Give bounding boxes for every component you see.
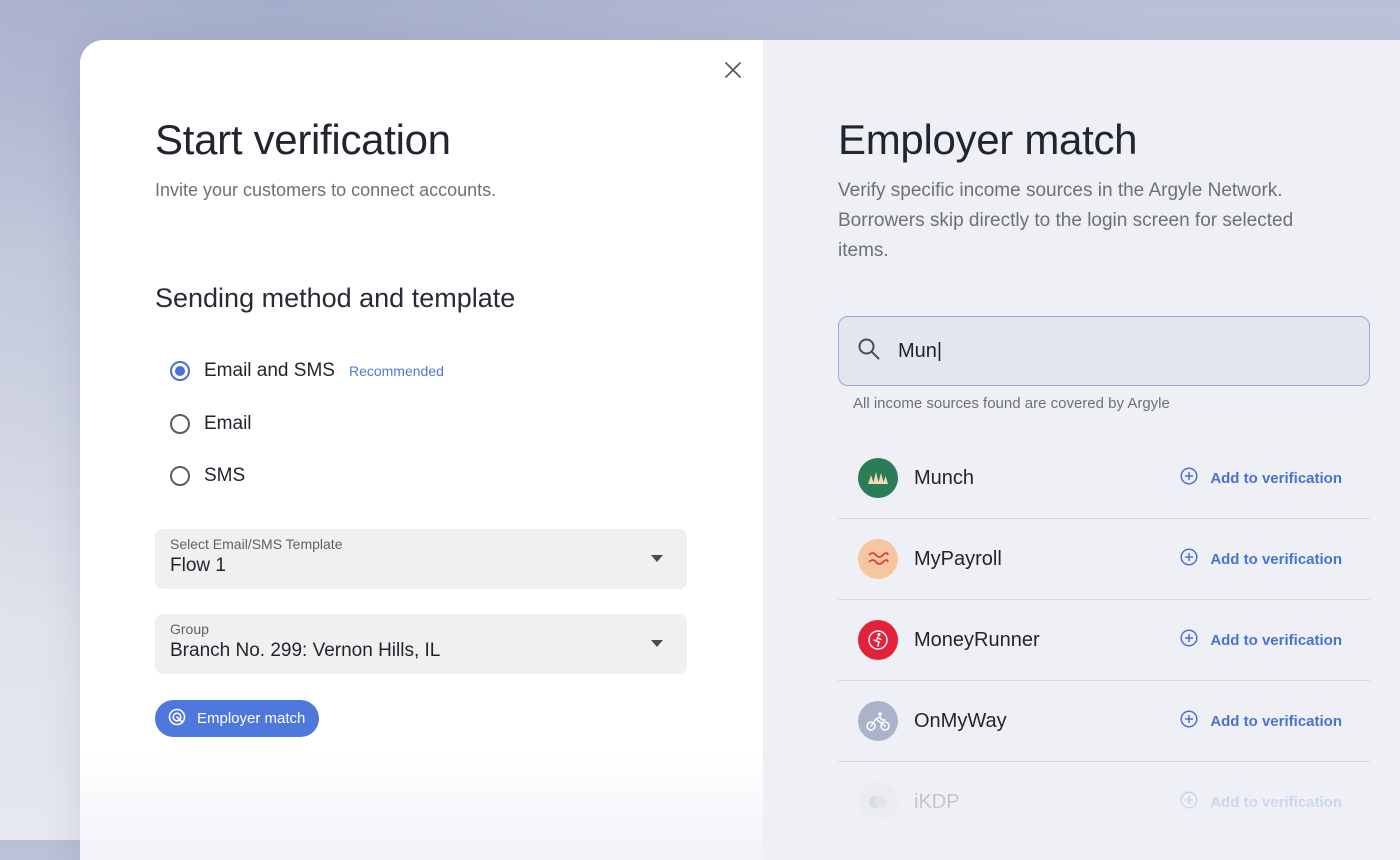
list-item: iKDP Add to verification bbox=[838, 762, 1370, 842]
verification-modal: Start verification Invite your customers… bbox=[80, 40, 1400, 860]
radio-unselected[interactable] bbox=[170, 466, 190, 486]
group-select-value: Branch No. 299: Vernon Hills, IL bbox=[170, 640, 441, 661]
plus-circle-icon bbox=[1180, 548, 1198, 570]
add-to-verification-button[interactable]: Add to verification bbox=[1180, 791, 1342, 813]
method-sms[interactable]: SMS bbox=[170, 465, 245, 487]
search-input[interactable] bbox=[898, 339, 1318, 363]
moneyrunner-logo-icon bbox=[858, 620, 898, 660]
plus-circle-icon bbox=[1180, 791, 1198, 813]
search-note: All income sources found are covered by … bbox=[853, 395, 1170, 412]
employer-match-description: Verify specific income sources in the Ar… bbox=[838, 180, 1294, 261]
radio-unselected[interactable] bbox=[170, 414, 190, 434]
caret-down-icon bbox=[651, 555, 663, 562]
add-label: Add to verification bbox=[1210, 712, 1342, 730]
add-to-verification-button[interactable]: Add to verification bbox=[1180, 629, 1342, 651]
radio-selected[interactable] bbox=[170, 361, 190, 381]
employer-match-button-label: Employer match bbox=[197, 710, 306, 727]
template-select-label: Select Email/SMS Template bbox=[170, 536, 343, 552]
add-label: Add to verification bbox=[1210, 469, 1342, 487]
page-title: Start verification bbox=[155, 116, 451, 163]
plus-circle-icon bbox=[1180, 629, 1198, 651]
employer-name: MyPayroll bbox=[914, 547, 1002, 570]
list-item: Munch Add to verification bbox=[838, 438, 1370, 519]
method-label: Email bbox=[204, 413, 252, 434]
group-select[interactable]: Group Branch No. 299: Vernon Hills, IL bbox=[155, 614, 687, 674]
employer-match-title: Employer match bbox=[838, 116, 1138, 163]
plus-circle-icon bbox=[1180, 467, 1198, 489]
employer-name: MoneyRunner bbox=[914, 628, 1040, 651]
ikdp-logo-icon bbox=[858, 782, 898, 822]
section-title: Sending method and template bbox=[155, 283, 516, 313]
search-box[interactable] bbox=[838, 316, 1370, 386]
method-email[interactable]: Email bbox=[170, 413, 252, 435]
caret-down-icon bbox=[651, 640, 663, 647]
list-item: MyPayroll Add to verification bbox=[838, 519, 1370, 600]
add-to-verification-button[interactable]: Add to verification bbox=[1180, 548, 1342, 570]
munch-logo-icon bbox=[858, 458, 898, 498]
mypayroll-logo-icon bbox=[858, 539, 898, 579]
add-to-verification-button[interactable]: Add to verification bbox=[1180, 710, 1342, 732]
list-item: OnMyWay Add to verification bbox=[838, 681, 1370, 762]
list-item: MoneyRunner Add to verification bbox=[838, 600, 1370, 681]
employer-name: Munch bbox=[914, 466, 975, 489]
method-email-sms[interactable]: Email and SMS Recommended bbox=[170, 360, 444, 382]
add-to-verification-button[interactable]: Add to verification bbox=[1180, 467, 1342, 489]
employer-name: OnMyWay bbox=[914, 709, 1007, 732]
template-select-value: Flow 1 bbox=[170, 555, 226, 576]
employer-match-panel: Employer match Verify specific income so… bbox=[763, 40, 1400, 860]
start-verification-panel: Start verification Invite your customers… bbox=[80, 40, 763, 860]
search-icon bbox=[856, 336, 882, 367]
method-label: Email and SMS bbox=[204, 360, 335, 381]
add-label: Add to verification bbox=[1210, 550, 1342, 568]
target-icon bbox=[167, 707, 187, 731]
method-label: SMS bbox=[204, 465, 246, 486]
add-label: Add to verification bbox=[1210, 793, 1342, 811]
results-list: Munch Add to verification MyPayroll Add … bbox=[838, 438, 1370, 842]
plus-circle-icon bbox=[1180, 710, 1198, 732]
recommended-badge: Recommended bbox=[348, 363, 444, 379]
employer-match-button[interactable]: Employer match bbox=[155, 700, 320, 737]
group-select-label: Group bbox=[170, 621, 209, 637]
page-subtitle: Invite your customers to connect account… bbox=[155, 180, 497, 200]
onmyway-logo-icon bbox=[858, 701, 898, 741]
close-icon[interactable] bbox=[721, 58, 745, 82]
template-select[interactable]: Select Email/SMS Template Flow 1 bbox=[155, 529, 687, 589]
employer-name: iKDP bbox=[914, 790, 960, 813]
add-label: Add to verification bbox=[1210, 631, 1342, 649]
